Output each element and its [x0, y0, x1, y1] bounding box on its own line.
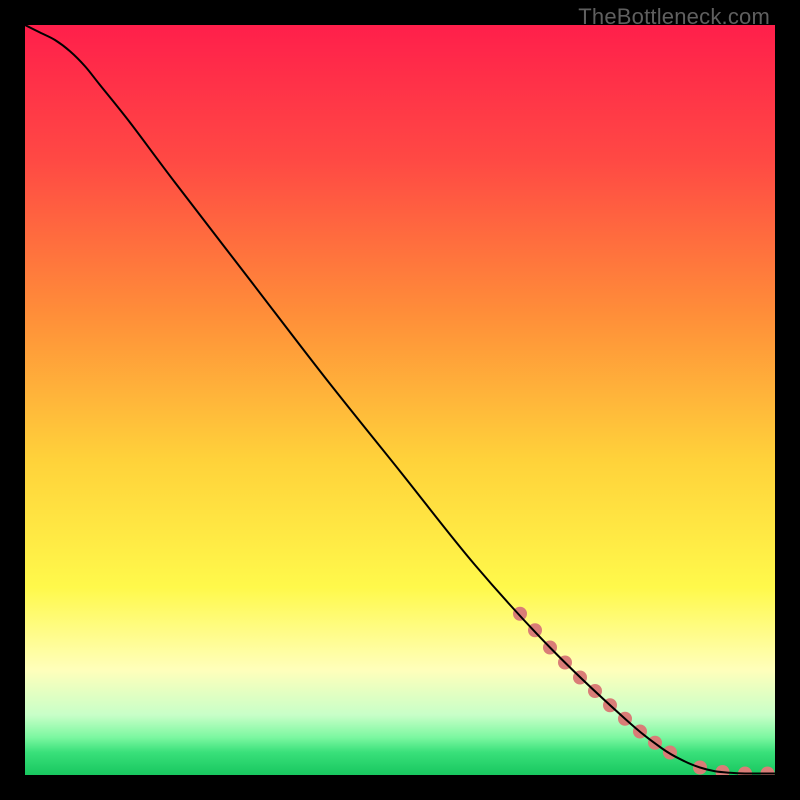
chart-svg: [25, 25, 775, 775]
plot-area: [25, 25, 775, 775]
chart-frame: TheBottleneck.com: [0, 0, 800, 800]
data-marker: [513, 607, 527, 621]
gradient-background: [25, 25, 775, 775]
watermark-text: TheBottleneck.com: [578, 4, 770, 30]
